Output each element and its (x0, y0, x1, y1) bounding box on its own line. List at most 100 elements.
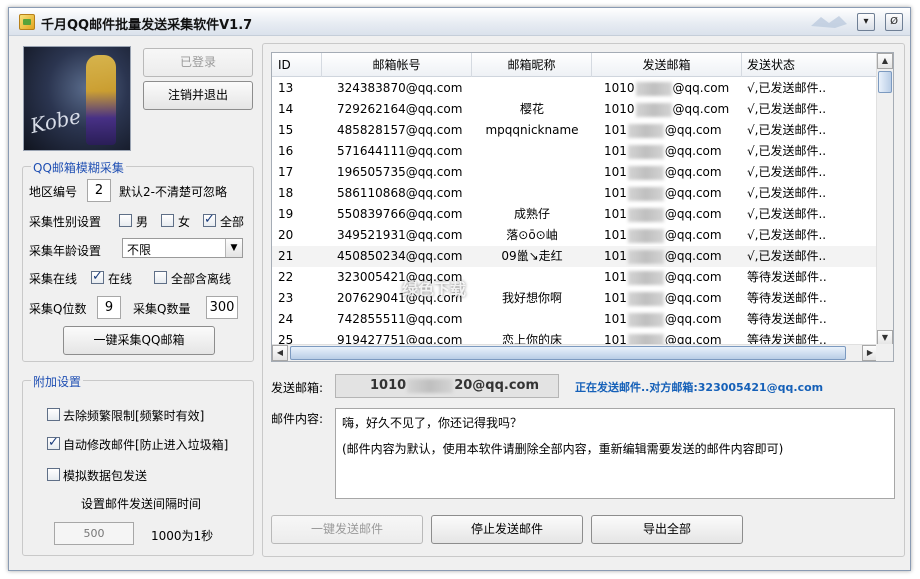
cell-sender: 1010 @qq.com (604, 99, 742, 120)
cell-status: √,已发送邮件.. (747, 249, 827, 263)
collect-button[interactable]: 一键采集QQ邮箱 (63, 326, 215, 355)
table-row[interactable]: 21 450850234@qq.com 09巤↘走红 101 @qq.com √,已发送邮… (272, 246, 878, 267)
cell-sender: 101 @qq.com (604, 288, 742, 309)
count-input[interactable]: 300 (206, 296, 238, 319)
logged-in-button[interactable]: 已登录 (143, 48, 253, 77)
cell-account: 450850234@qq.com (337, 249, 463, 263)
gender-female-checkbox[interactable] (161, 214, 174, 227)
cell-id: 22 (278, 270, 294, 284)
content-line-1: 嗨，好久不见了，你还记得我吗？ (342, 416, 523, 430)
cell-nick (472, 183, 592, 204)
cell-sender-prefix: 101 (604, 144, 627, 158)
cell-account: 207629041@qq.com (337, 291, 463, 305)
cell-sender-prefix: 101 (604, 228, 627, 242)
close-button[interactable]: Ø (885, 13, 903, 31)
table-row[interactable]: 13 324383870@qq.com 1010 @qq.com √,已发送邮件.. (272, 78, 878, 99)
horizontal-scroll-thumb[interactable] (290, 346, 846, 360)
horizontal-scrollbar[interactable]: ◀ ▶ (272, 344, 878, 361)
gender-all-label: 全部 (220, 215, 245, 229)
cell-status: √,已发送邮件.. (747, 228, 827, 242)
cell-sender: 101 @qq.com (604, 141, 742, 162)
cell-sender-suffix: @qq.com (664, 123, 722, 137)
cell-nick: 09巤↘走红 (501, 249, 563, 263)
cell-nick: 落⊙ō⊙岫 (506, 228, 558, 242)
gender-male-checkbox[interactable] (119, 214, 132, 227)
content-label: 邮件内容: (271, 412, 324, 426)
title-bar[interactable]: 千月QQ邮件批量发送采集软件V1.7 ▾ Ø (9, 8, 910, 36)
cell-sender-suffix: @qq.com (664, 312, 722, 326)
table-row[interactable]: 16 571644111@qq.com 101 @qq.com √,已发送邮件.. (272, 141, 878, 162)
age-label: 采集年龄设置 (29, 244, 102, 258)
cell-account: 550839766@qq.com (337, 207, 463, 221)
table-row[interactable]: 24 742855511@qq.com 101 @qq.com 等待发送邮件.. (272, 309, 878, 330)
content-textarea[interactable]: 嗨，好久不见了，你还记得我吗？ (邮件内容为默认，使用本软件请删除全部内容，重新… (335, 408, 895, 499)
minimize-button[interactable]: ▾ (857, 13, 875, 31)
gender-all-checkbox[interactable] (203, 212, 216, 227)
table-row[interactable]: 14 729262164@qq.com 樱花 1010 @qq.com √,已发送邮件.. (272, 99, 878, 120)
scroll-up-icon[interactable]: ▲ (877, 53, 893, 69)
cell-account: 349521931@qq.com (337, 228, 463, 242)
digits-input[interactable]: 9 (97, 296, 121, 319)
age-select[interactable]: 不限 ▼ (122, 238, 243, 258)
online-checkbox[interactable] (91, 269, 104, 284)
cell-sender: 101 @qq.com (604, 183, 742, 204)
cell-account: 571644111@qq.com (337, 144, 463, 158)
avatar-signature: Kobe (28, 103, 84, 139)
cell-id: 15 (278, 123, 294, 137)
age-select-value: 不限 (127, 243, 152, 257)
send-email-prefix: 1010 (370, 378, 407, 393)
col-nick-header[interactable]: 邮箱昵称 (472, 53, 592, 77)
simulate-checkbox[interactable] (47, 468, 60, 481)
vertical-scrollbar[interactable]: ▲ ▼ (876, 53, 893, 346)
cell-id: 23 (278, 291, 294, 305)
scroll-left-icon[interactable]: ◀ (272, 345, 288, 361)
table-row[interactable]: 15 485828157@qq.com mpqqnickname 101 @qq.com… (272, 120, 878, 141)
cell-sender-suffix: @qq.com (672, 102, 730, 116)
cell-nick (472, 309, 592, 330)
cell-nick (472, 162, 592, 183)
table-row[interactable]: 20 349521931@qq.com 落⊙ō⊙岫 101 @qq.com √,已发送邮件… (272, 225, 878, 246)
count-label: 采集Q数量 (133, 302, 191, 316)
send-all-button[interactable]: 一键发送邮件 (271, 515, 423, 544)
online-all-checkbox[interactable] (154, 271, 167, 284)
cell-sender: 101 @qq.com (604, 120, 742, 141)
cell-sender: 101 @qq.com (604, 246, 742, 267)
table-row[interactable]: 18 586110868@qq.com 101 @qq.com √,已发送邮件.. (272, 183, 878, 204)
remove-limit-checkbox[interactable] (47, 408, 60, 421)
col-id-header[interactable]: ID (272, 53, 322, 77)
cell-sender: 101 @qq.com (604, 225, 742, 246)
region-input[interactable]: 2 (87, 179, 111, 202)
chevron-down-icon[interactable]: ▼ (225, 239, 242, 257)
cell-sender-prefix: 101 (604, 291, 627, 305)
cell-id: 13 (278, 81, 294, 95)
vertical-scroll-thumb[interactable] (878, 71, 892, 93)
logout-button[interactable]: 注销并退出 (143, 81, 253, 110)
collect-group-title: QQ邮箱模糊采集 (31, 159, 126, 176)
cell-sender: 101 @qq.com (604, 267, 742, 288)
interval-input[interactable]: 500 (54, 522, 134, 545)
cell-account: 324383870@qq.com (337, 81, 463, 95)
auto-modify-checkbox[interactable] (47, 435, 60, 450)
col-sender-header[interactable]: 发送邮箱 (592, 53, 742, 77)
table-row[interactable]: 22 323005421@qq.com 101 @qq.com 等待发送邮件.. (272, 267, 878, 288)
cell-id: 21 (278, 249, 294, 263)
col-status-header[interactable]: 发送状态 (742, 53, 878, 77)
cell-sender-prefix: 101 (604, 207, 627, 221)
cell-id: 17 (278, 165, 294, 179)
remove-limit-label: 去除频繁限制[频繁时有效] (63, 409, 205, 423)
table-row[interactable]: 17 196505735@qq.com 101 @qq.com √,已发送邮件.. (272, 162, 878, 183)
cell-sender: 1010 @qq.com (604, 78, 742, 99)
cell-sender-prefix: 101 (604, 270, 627, 284)
export-all-button[interactable]: 导出全部 (591, 515, 743, 544)
cell-status: √,已发送邮件.. (747, 207, 827, 221)
stop-send-button[interactable]: 停止发送邮件 (431, 515, 583, 544)
decoration-icon (811, 16, 847, 28)
cell-sender-suffix: @qq.com (664, 186, 722, 200)
app-window: 千月QQ邮件批量发送采集软件V1.7 ▾ Ø Kobe 已登录 注销并退出 QQ… (8, 7, 911, 571)
cell-sender-suffix: @qq.com (664, 270, 722, 284)
col-account-header[interactable]: 邮箱帐号 (322, 53, 472, 77)
table-row[interactable]: 23 207629041@qq.com 我好想你啊 101 @qq.com 等待发送邮件.… (272, 288, 878, 309)
sending-status: 正在发送邮件..对方邮箱:323005421@qq.com (575, 381, 824, 394)
cell-status: √,已发送邮件.. (747, 144, 827, 158)
table-row[interactable]: 19 550839766@qq.com 成熟仔 101 @qq.com √,已发送邮件.. (272, 204, 878, 225)
